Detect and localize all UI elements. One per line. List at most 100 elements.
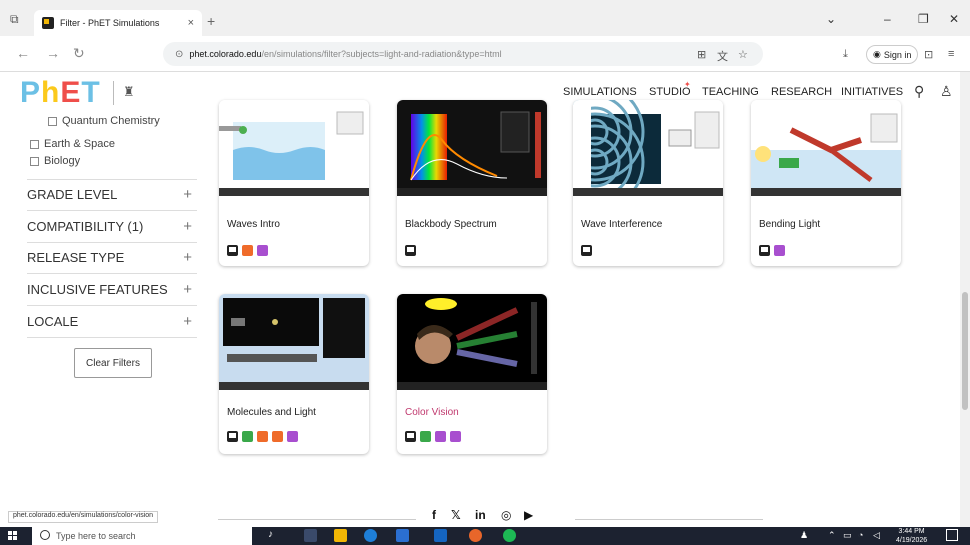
expand-plus-icon[interactable]: +	[183, 186, 192, 203]
close-window-button[interactable]: ✕	[949, 12, 959, 26]
mail-icon[interactable]	[434, 529, 447, 542]
nav-initiatives[interactable]: INITIATIVES	[841, 86, 903, 98]
new-tab-button[interactable]: +	[207, 13, 215, 29]
facet-divider	[27, 305, 197, 306]
sim-thumbnail[interactable]	[219, 100, 369, 196]
expand-plus-icon[interactable]: +	[183, 281, 192, 298]
firefox-icon[interactable]	[469, 529, 482, 542]
instagram-icon[interactable]: ◎	[501, 508, 511, 522]
sim-title[interactable]: Blackbody Spectrum	[405, 219, 497, 230]
notifications-icon[interactable]	[946, 529, 958, 541]
expand-plus-icon[interactable]: +	[183, 218, 192, 235]
network-icon[interactable]: ◔	[858, 530, 863, 540]
download-icon[interactable]: ⤓	[843, 48, 848, 61]
microphone-icon[interactable]: ♪	[268, 529, 281, 542]
sim-card-waves-intro[interactable]: Waves Intro	[219, 100, 369, 266]
page-scrollbar-thumb[interactable]	[962, 292, 968, 410]
expand-plus-icon[interactable]: +	[183, 313, 192, 330]
sim-card-molecules-and-light[interactable]: Molecules and Light	[219, 294, 369, 454]
facet-label: RELEASE TYPE	[27, 250, 125, 265]
task-view-icon[interactable]	[304, 529, 317, 542]
tab-close-icon[interactable]: ×	[188, 17, 194, 29]
forward-arrow-icon[interactable]: →	[46, 45, 60, 61]
facet-grade-level[interactable]: GRADE LEVEL +	[27, 186, 197, 203]
sim-title[interactable]: Waves Intro	[227, 219, 280, 230]
sim-title[interactable]: Wave Interference	[581, 219, 662, 230]
sim-card-wave-interference[interactable]: Wave Interference	[573, 100, 723, 266]
facet-inclusive-features[interactable]: INCLUSIVE FEATURES +	[27, 281, 197, 298]
tab-search-chevron-icon[interactable]: ⌄	[826, 12, 836, 26]
url-input[interactable]: ⊙ phet.colorado.edu/en/simulations/filte…	[163, 42, 763, 66]
tab-title: Filter - PhET Simulations	[60, 18, 160, 28]
browser-menu-icon[interactable]: ≡	[948, 48, 954, 60]
checkbox[interactable]	[48, 116, 57, 126]
facet-label: COMPATIBILITY (1)	[27, 219, 144, 234]
nav-teaching[interactable]: TEACHING	[702, 86, 759, 98]
back-arrow-icon[interactable]: ←	[16, 45, 30, 61]
site-info-icon[interactable]: ⊙	[175, 49, 183, 60]
tab-actions-icon[interactable]: ⧉	[10, 12, 19, 27]
bookmark-star-icon[interactable]: ☆	[738, 48, 748, 61]
restore-button[interactable]: ❐	[918, 12, 929, 26]
phet-logo[interactable]: PhET	[20, 76, 101, 110]
nav-simulations[interactable]: SIMULATIONS	[563, 86, 637, 98]
sim-card-blackbody-spectrum[interactable]: Blackbody Spectrum	[397, 100, 547, 266]
youtube-icon[interactable]: ▶	[524, 508, 533, 522]
html5-badge-icon	[759, 245, 770, 256]
sim-card-bending-light[interactable]: Bending Light	[751, 100, 901, 266]
sim-thumbnail[interactable]	[751, 100, 901, 196]
sim-card-color-vision[interactable]: Color Vision	[397, 294, 547, 454]
reload-icon[interactable]: ↻	[73, 45, 85, 62]
facet-divider	[27, 210, 197, 211]
interactive-feature-badge-icon	[242, 431, 253, 442]
user-icon[interactable]: ♙	[940, 83, 953, 100]
browser-tab-strip: ⧉ Filter - PhET Simulations × + ⌄ – ❐ ✕	[0, 0, 970, 36]
checkbox[interactable]	[30, 139, 39, 149]
file-explorer-icon[interactable]	[334, 529, 347, 542]
subject-checkbox-earth-space[interactable]: Earth & Space	[30, 138, 115, 150]
search-icon[interactable]: ⚲	[914, 83, 924, 100]
sim-thumbnail[interactable]	[219, 294, 369, 390]
taskbar-clock[interactable]: 3:44 PM 4/19/2026	[896, 527, 927, 545]
taskbar-search-input[interactable]: Type here to search	[32, 527, 252, 545]
sign-in-button[interactable]: ◉ Sign in	[866, 45, 919, 64]
sim-thumbnail[interactable]	[397, 294, 547, 390]
store-icon[interactable]	[396, 529, 409, 542]
twitter-icon[interactable]: 𝕏	[451, 508, 461, 522]
linkedin-icon[interactable]: in	[475, 508, 486, 522]
volume-icon[interactable]: ◁	[873, 530, 880, 541]
facebook-icon[interactable]: f	[432, 508, 436, 522]
subject-checkbox-biology[interactable]: Biology	[30, 155, 80, 167]
clear-filters-button[interactable]: Clear Filters	[74, 348, 152, 378]
windows-start-icon[interactable]	[8, 531, 18, 541]
address-bar-row: ← → ↻ ⊙ phet.colorado.edu/en/simulations…	[0, 36, 970, 72]
browser-tab[interactable]: Filter - PhET Simulations ×	[34, 10, 202, 36]
description-feature-badge-icon	[435, 431, 446, 442]
battery-icon[interactable]: ▭	[843, 530, 852, 541]
nav-research[interactable]: RESEARCH	[771, 86, 832, 98]
phet-favicon-icon	[42, 17, 54, 29]
checkbox[interactable]	[30, 156, 39, 166]
facet-locale[interactable]: LOCALE +	[27, 313, 197, 330]
status-bar-link-preview: phet.colorado.edu/en/simulations/color-v…	[8, 511, 159, 523]
system-tray-chevron-icon[interactable]: ⌃	[828, 530, 836, 541]
subject-checkbox-quantum-chemistry[interactable]: Quantum Chemistry	[48, 115, 160, 127]
extensions-icon[interactable]: ⊡	[924, 48, 933, 61]
app-available-icon[interactable]: ⊞	[697, 48, 706, 61]
facet-release-type[interactable]: RELEASE TYPE +	[27, 249, 197, 266]
cu-boulder-logo-icon[interactable]: ♜	[123, 84, 139, 100]
sim-thumbnail[interactable]	[397, 100, 547, 196]
sim-title[interactable]: Bending Light	[759, 219, 820, 230]
people-icon[interactable]: ♟	[800, 530, 808, 541]
expand-plus-icon[interactable]: +	[183, 249, 192, 266]
translate-icon[interactable]: 文	[717, 48, 728, 64]
sim-thumbnail[interactable]	[573, 100, 723, 196]
facet-compatibility[interactable]: COMPATIBILITY (1) +	[27, 218, 197, 235]
minimize-button[interactable]: –	[884, 12, 891, 26]
sign-in-label: Sign in	[883, 49, 912, 60]
spotify-icon[interactable]	[503, 529, 516, 542]
sim-title[interactable]: Molecules and Light	[227, 407, 316, 418]
studio-sparkle-icon: ✦	[684, 80, 691, 89]
edge-browser-icon[interactable]	[364, 529, 377, 542]
sim-title[interactable]: Color Vision	[405, 407, 459, 418]
